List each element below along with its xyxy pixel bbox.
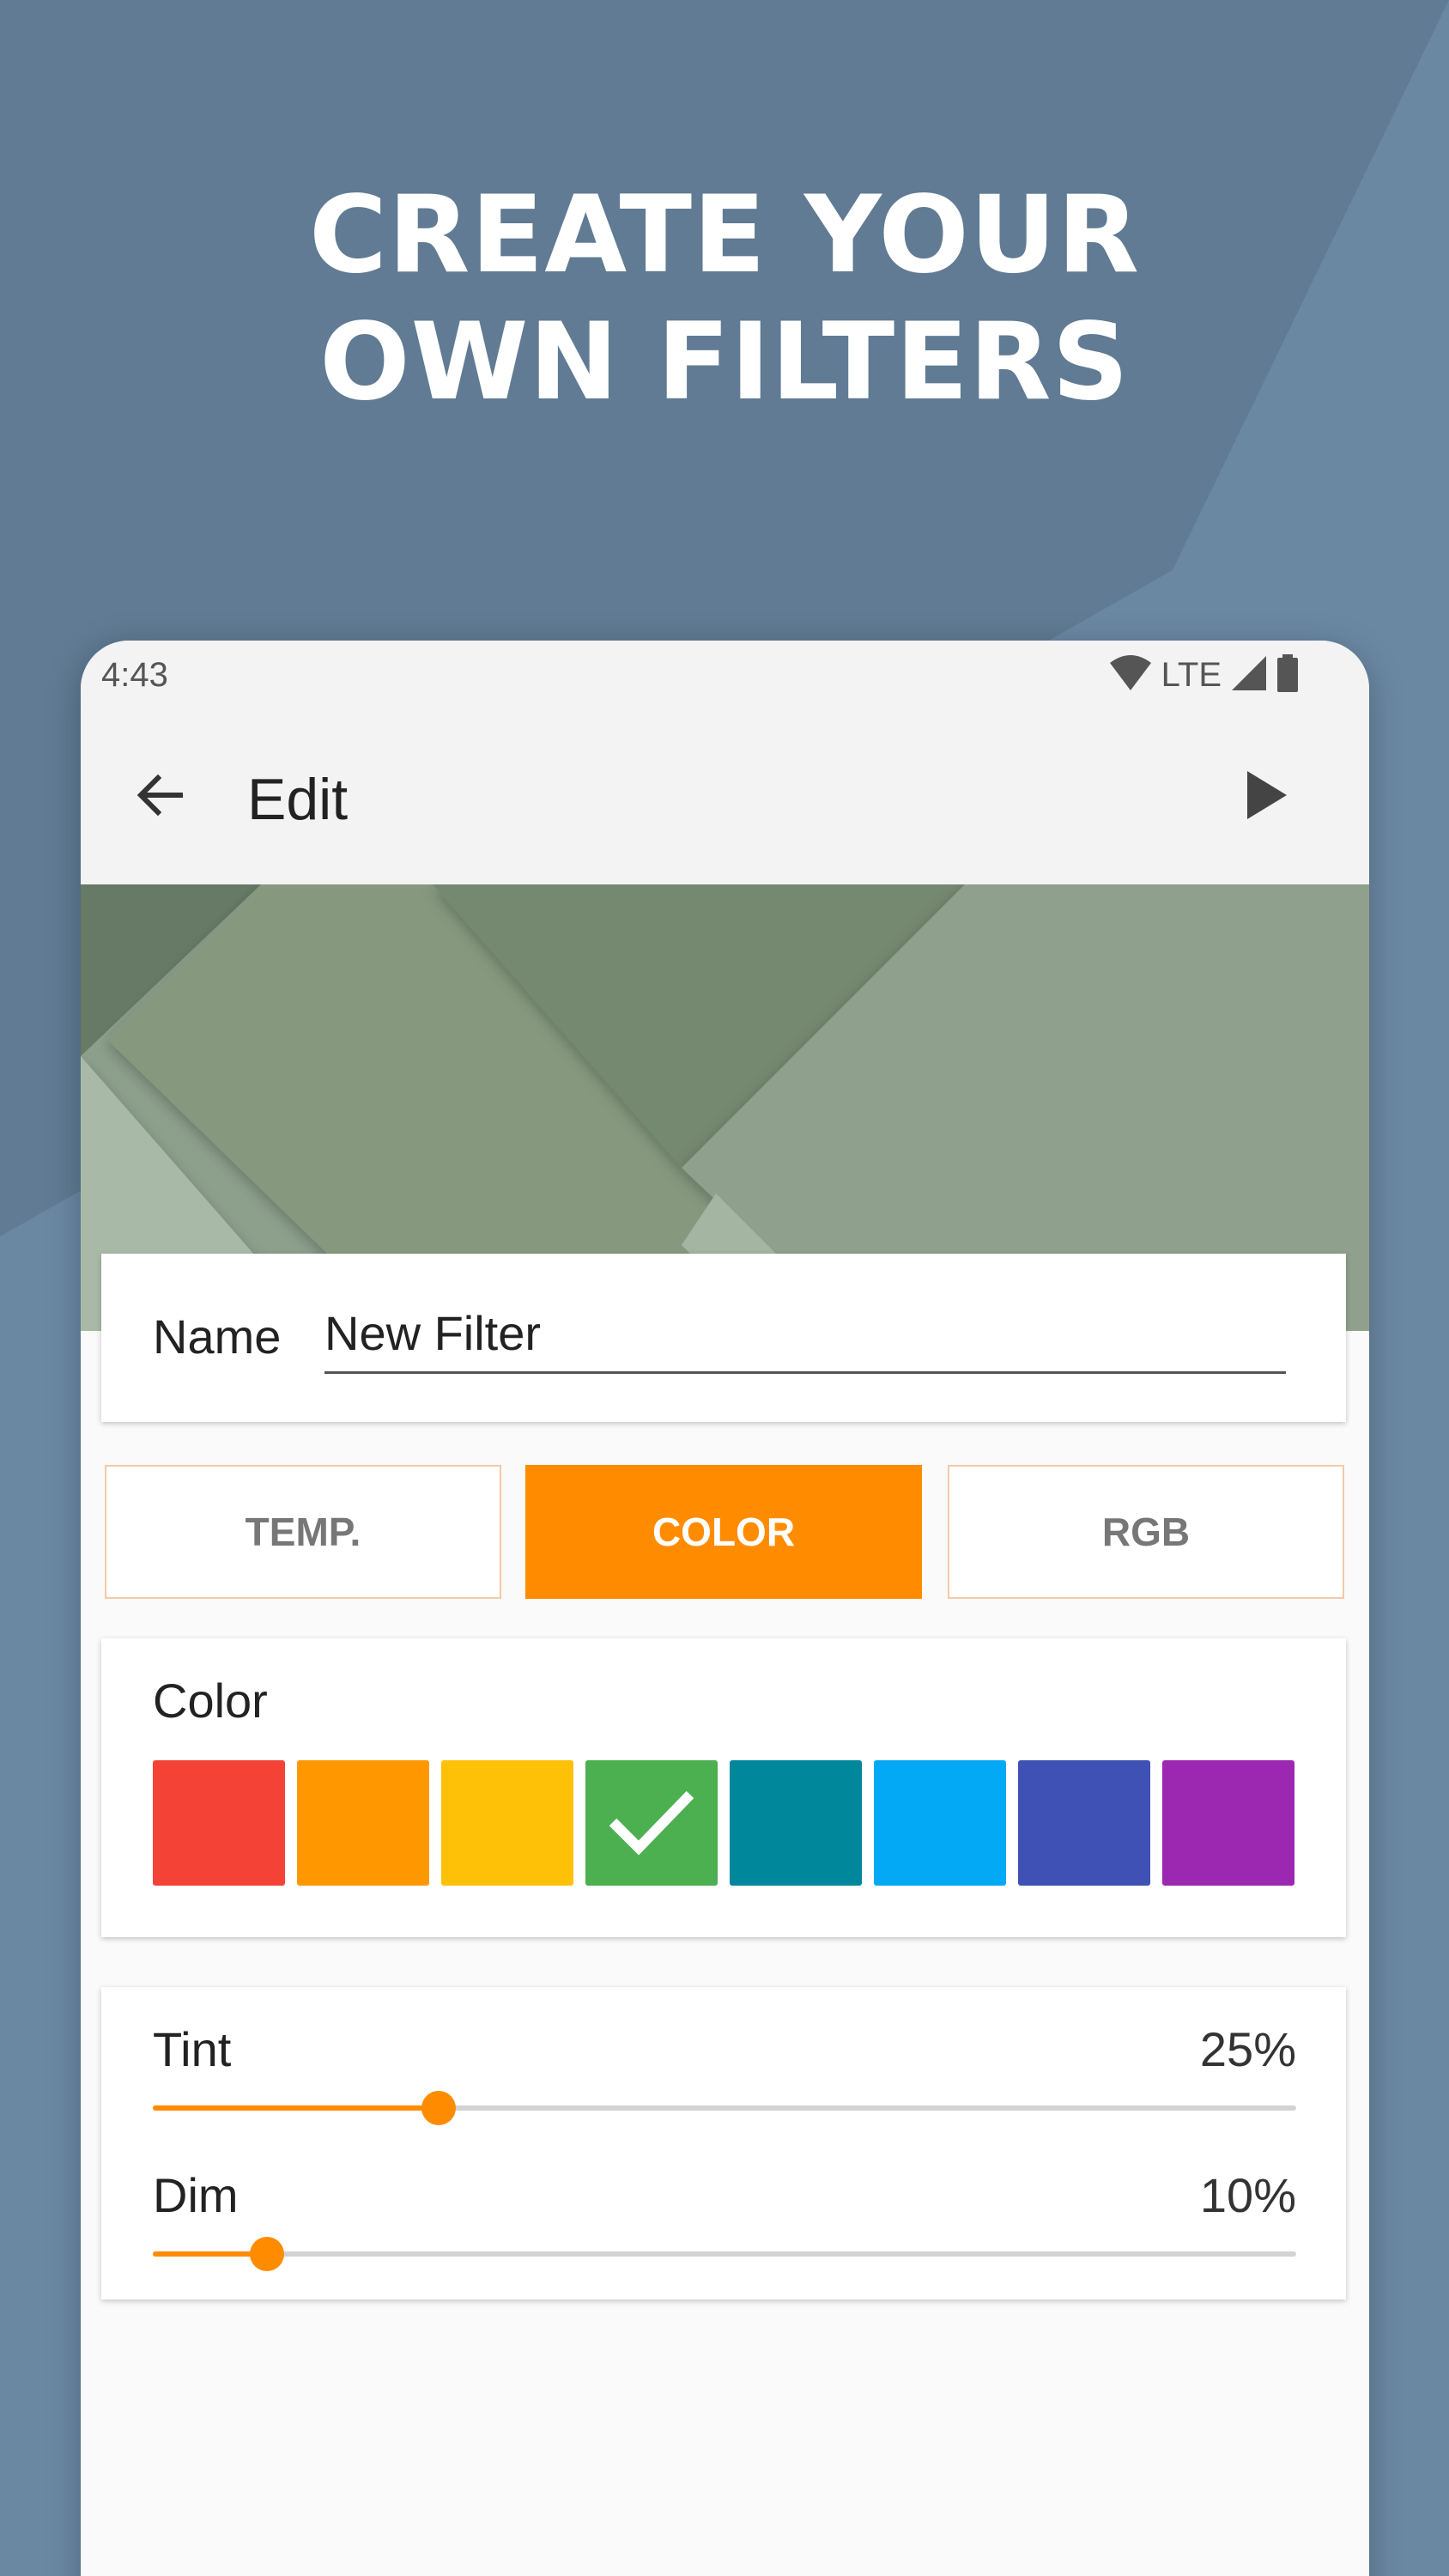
signal-icon — [1230, 654, 1268, 696]
network-type: LTE — [1161, 655, 1222, 694]
back-button[interactable] — [125, 762, 194, 831]
adjustments-card: Tint 25% Dim 10% — [101, 1987, 1346, 2300]
color-swatch-list — [153, 1760, 1294, 1886]
name-card: Name — [101, 1254, 1346, 1422]
headline-line-1: CREATE YOUR — [309, 173, 1140, 297]
color-card: Color — [101, 1638, 1346, 1937]
tint-slider-row: Tint 25% — [153, 2021, 1296, 2142]
color-swatch-light-blue[interactable] — [874, 1760, 1006, 1886]
filter-name-input[interactable] — [324, 1302, 1286, 1374]
headline: CREATE YOUR OWN FILTERS — [0, 172, 1449, 426]
dim-slider[interactable] — [153, 2237, 1296, 2271]
checkmark-icon — [604, 1783, 699, 1864]
headline-line-2: OWN FILTERS — [319, 301, 1130, 424]
tint-slider-thumb[interactable] — [421, 2091, 456, 2125]
color-swatch-purple[interactable] — [1162, 1760, 1294, 1886]
status-bar: 4:43 LTE — [81, 641, 1369, 709]
tab-rgb[interactable]: RGB — [948, 1465, 1344, 1599]
status-time: 4:43 — [101, 656, 168, 694]
color-swatch-green[interactable] — [585, 1760, 718, 1886]
tab-temp[interactable]: TEMP. — [105, 1465, 501, 1599]
phone-screen: 4:43 LTE Edit Name New Filter TEMP. COLO… — [81, 641, 1369, 2576]
tint-value: 25% — [1199, 2022, 1296, 2076]
toolbar: Edit — [81, 709, 1369, 884]
tint-slider-fill — [153, 2105, 439, 2111]
wifi-icon — [1108, 654, 1153, 696]
arrow-back-icon — [134, 769, 185, 825]
tint-slider[interactable] — [153, 2091, 1296, 2125]
tab-color[interactable]: COLOR — [525, 1465, 922, 1599]
color-swatch-red[interactable] — [153, 1760, 285, 1886]
color-section-title: Color — [153, 1674, 268, 1728]
play-icon — [1244, 769, 1288, 825]
dim-slider-row: Dim 10% — [153, 2167, 1296, 2287]
color-swatch-teal[interactable] — [730, 1760, 862, 1886]
dim-slider-thumb[interactable] — [250, 2237, 285, 2271]
name-label: Name — [153, 1309, 282, 1364]
color-swatch-orange[interactable] — [297, 1760, 429, 1886]
page-title: Edit — [247, 767, 349, 832]
color-swatch-indigo[interactable] — [1018, 1760, 1150, 1886]
dim-value: 10% — [1199, 2168, 1296, 2222]
tint-label: Tint — [153, 2022, 232, 2076]
battery-icon — [1276, 653, 1299, 696]
status-icons: LTE — [1108, 653, 1299, 696]
apply-filter-button[interactable] — [1232, 762, 1300, 831]
dim-label: Dim — [153, 2168, 239, 2222]
color-swatch-amber[interactable] — [441, 1760, 573, 1886]
